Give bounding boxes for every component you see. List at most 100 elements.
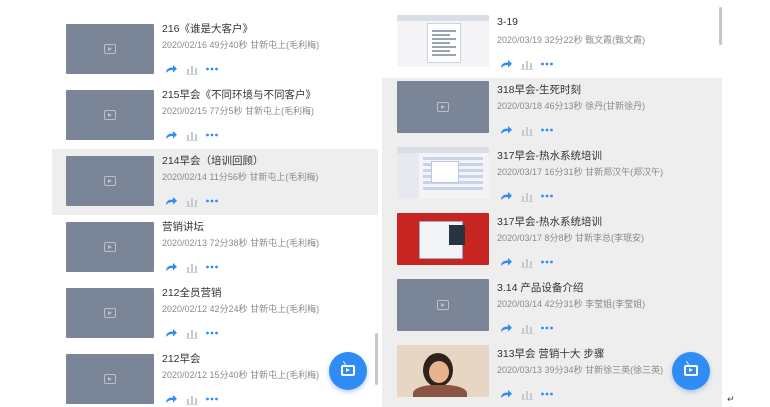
video-placeholder-icon bbox=[104, 374, 116, 384]
video-thumbnail[interactable] bbox=[397, 279, 489, 331]
video-title[interactable]: 212全员营销 bbox=[162, 285, 222, 300]
share-icon[interactable] bbox=[164, 62, 178, 74]
video-meta: 2020/03/19 32分22秒 甄文霞(甄文霞) bbox=[497, 35, 646, 45]
live-tv-icon bbox=[684, 365, 698, 376]
video-placeholder-icon bbox=[104, 242, 116, 252]
more-dots-icon[interactable] bbox=[540, 387, 554, 399]
bar-chart-icon[interactable] bbox=[185, 128, 199, 141]
share-icon[interactable] bbox=[164, 392, 178, 404]
bar-chart-icon[interactable] bbox=[520, 255, 534, 268]
left-scrollbar-thumb[interactable] bbox=[375, 333, 378, 385]
video-thumbnail[interactable] bbox=[66, 90, 154, 140]
video-placeholder-icon bbox=[104, 308, 116, 318]
left-video-list: 216《谁是大客户》 2020/02/16 49分40秒 甘新屯上(毛利梅) 215… bbox=[52, 0, 378, 407]
video-list-item[interactable]: 3.14 产品设备介绍 2020/03/14 42分31秒 李莹姐(李莹姐) bbox=[382, 276, 722, 342]
video-list-item[interactable]: 313早会 营销十大 步骤 2020/03/13 39分34秒 甘新徐三英(徐三英… bbox=[382, 342, 722, 407]
video-meta: 2020/02/14 11分56秒 甘新屯上(毛利梅) bbox=[162, 172, 319, 182]
bar-chart-icon[interactable] bbox=[520, 387, 534, 400]
right-scrollbar-thumb[interactable] bbox=[719, 7, 722, 45]
bar-chart-icon[interactable] bbox=[185, 194, 199, 207]
more-dots-icon[interactable] bbox=[540, 123, 554, 135]
more-dots-icon[interactable] bbox=[205, 194, 219, 206]
video-list-item[interactable]: 216《谁是大客户》 2020/02/16 49分40秒 甘新屯上(毛利梅) bbox=[52, 17, 378, 83]
share-icon[interactable] bbox=[499, 123, 513, 135]
more-dots-icon[interactable] bbox=[540, 255, 554, 267]
share-icon[interactable] bbox=[499, 255, 513, 267]
video-title[interactable]: 318早会-生死时刻 bbox=[497, 82, 581, 97]
video-title[interactable]: 3-19 bbox=[497, 16, 518, 28]
video-title[interactable]: 营销讲坛 bbox=[162, 219, 204, 234]
video-thumbnail[interactable] bbox=[66, 288, 154, 338]
more-dots-icon[interactable] bbox=[205, 326, 219, 338]
video-meta: 2020/02/15 77分5秒 甘新屯上(毛利梅) bbox=[162, 106, 315, 116]
video-title[interactable]: 214早会（培训回顾） bbox=[162, 153, 264, 168]
video-placeholder-icon bbox=[104, 44, 116, 54]
video-placeholder-icon bbox=[437, 300, 449, 310]
video-thumbnail[interactable] bbox=[397, 213, 489, 265]
video-list-item[interactable]: 215早会《不同环境与不同客户》 2020/02/15 77分5秒 甘新屯上(毛利… bbox=[52, 83, 378, 149]
video-list-item[interactable]: 214早会（培训回顾） 2020/02/14 11分56秒 甘新屯上(毛利梅) bbox=[52, 149, 378, 215]
more-dots-icon[interactable] bbox=[205, 392, 219, 404]
video-placeholder-icon bbox=[104, 176, 116, 186]
video-meta: 2020/02/12 42分24秒 甘新屯上(毛利梅) bbox=[162, 304, 320, 314]
video-thumbnail[interactable] bbox=[66, 24, 154, 74]
share-icon[interactable] bbox=[499, 387, 513, 399]
share-icon[interactable] bbox=[499, 189, 513, 201]
video-meta: 2020/02/16 49分40秒 甘新屯上(毛利梅) bbox=[162, 40, 320, 50]
video-list-item[interactable]: 212全员营销 2020/02/12 42分24秒 甘新屯上(毛利梅) bbox=[52, 281, 378, 347]
live-tv-icon bbox=[341, 365, 355, 376]
video-thumbnail[interactable] bbox=[397, 147, 489, 199]
bar-chart-icon[interactable] bbox=[185, 260, 199, 273]
video-thumbnail[interactable] bbox=[66, 354, 154, 404]
video-thumbnail[interactable] bbox=[397, 15, 489, 67]
more-dots-icon[interactable] bbox=[205, 128, 219, 140]
video-list-item[interactable]: 317早会-热水系统培训 2020/03/17 16分31秒 甘新郑汉午(郑汉午) bbox=[382, 144, 722, 210]
bar-chart-icon[interactable] bbox=[520, 189, 534, 202]
video-title[interactable]: 215早会《不同环境与不同客户》 bbox=[162, 87, 316, 102]
share-icon[interactable] bbox=[164, 260, 178, 272]
video-title[interactable]: 317早会-热水系统培训 bbox=[497, 214, 602, 229]
share-icon[interactable] bbox=[499, 57, 513, 69]
bar-chart-icon[interactable] bbox=[185, 326, 199, 339]
bar-chart-icon[interactable] bbox=[520, 123, 534, 136]
video-title[interactable]: 216《谁是大客户》 bbox=[162, 21, 253, 36]
video-meta: 2020/03/14 42分31秒 李莹姐(李莹姐) bbox=[497, 299, 646, 309]
video-meta: 2020/02/12 15分40秒 甘新屯上(毛利梅) bbox=[162, 370, 320, 380]
bar-chart-icon[interactable] bbox=[520, 321, 534, 334]
bar-chart-icon[interactable] bbox=[185, 392, 199, 405]
video-meta: 2020/03/13 39分34秒 甘新徐三英(徐三英) bbox=[497, 365, 664, 375]
more-dots-icon[interactable] bbox=[540, 57, 554, 69]
cursor-indicator: ↵ bbox=[727, 394, 735, 404]
share-icon[interactable] bbox=[164, 194, 178, 206]
video-meta: 2020/03/18 46分13秒 徐丹(甘新徐丹) bbox=[497, 101, 646, 111]
share-icon[interactable] bbox=[164, 128, 178, 140]
video-list-item[interactable]: 营销讲坛 2020/02/13 72分38秒 甘新屯上(毛利梅) bbox=[52, 215, 378, 281]
video-thumbnail[interactable] bbox=[66, 222, 154, 272]
video-title[interactable]: 212早会 bbox=[162, 351, 201, 366]
video-thumbnail[interactable] bbox=[66, 156, 154, 206]
video-meta: 2020/02/13 72分38秒 甘新屯上(毛利梅) bbox=[162, 238, 320, 248]
video-placeholder-icon bbox=[104, 110, 116, 120]
live-button-left[interactable] bbox=[329, 352, 367, 390]
more-dots-icon[interactable] bbox=[205, 62, 219, 74]
live-button-right[interactable] bbox=[672, 352, 710, 390]
video-meta: 2020/03/17 16分31秒 甘新郑汉午(郑汉午) bbox=[497, 167, 664, 177]
more-dots-icon[interactable] bbox=[205, 260, 219, 272]
video-thumbnail[interactable] bbox=[397, 345, 489, 397]
right-video-list: 3-19 2020/03/19 32分22秒 甄文霞(甄文霞) 318早会-生死时刻… bbox=[382, 0, 722, 407]
video-placeholder-icon bbox=[437, 102, 449, 112]
video-list-item[interactable]: 317早会-热水系统培训 2020/03/17 8分8秒 甘新李总(李珉安) bbox=[382, 210, 722, 276]
video-list-item[interactable]: 3-19 2020/03/19 32分22秒 甄文霞(甄文霞) bbox=[382, 12, 722, 78]
share-icon[interactable] bbox=[164, 326, 178, 338]
video-list-item[interactable]: 318早会-生死时刻 2020/03/18 46分13秒 徐丹(甘新徐丹) bbox=[382, 78, 722, 144]
video-thumbnail[interactable] bbox=[397, 81, 489, 133]
video-title[interactable]: 317早会-热水系统培训 bbox=[497, 148, 602, 163]
video-title[interactable]: 313早会 营销十大 步骤 bbox=[497, 346, 604, 361]
video-meta: 2020/03/17 8分8秒 甘新李总(李珉安) bbox=[497, 233, 645, 243]
more-dots-icon[interactable] bbox=[540, 189, 554, 201]
bar-chart-icon[interactable] bbox=[185, 62, 199, 75]
bar-chart-icon[interactable] bbox=[520, 57, 534, 70]
share-icon[interactable] bbox=[499, 321, 513, 333]
more-dots-icon[interactable] bbox=[540, 321, 554, 333]
video-title[interactable]: 3.14 产品设备介绍 bbox=[497, 280, 583, 295]
